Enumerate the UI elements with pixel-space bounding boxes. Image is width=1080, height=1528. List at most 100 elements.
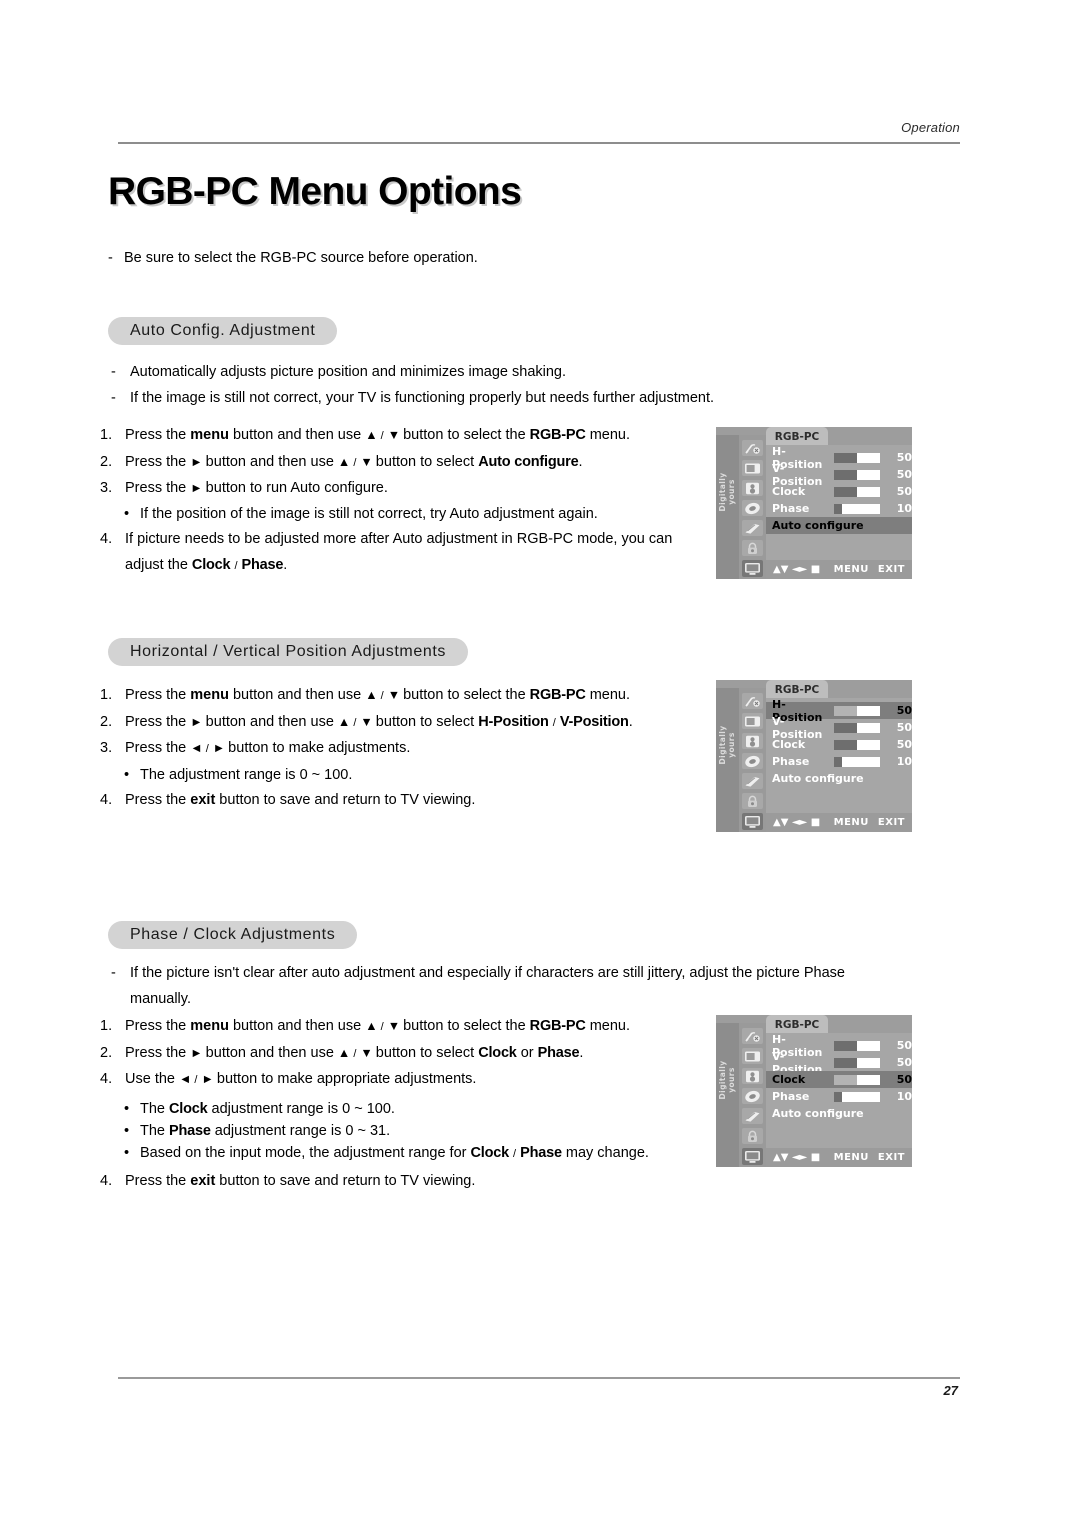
- picture-icon[interactable]: [742, 1048, 763, 1064]
- audio-icon[interactable]: [742, 480, 763, 496]
- osd-row-value: 10: [896, 1090, 913, 1103]
- step-number: 4.: [100, 792, 113, 808]
- intro-text: Be sure to select the RGB-PC source befo…: [124, 250, 478, 266]
- antenna-off-icon[interactable]: [742, 440, 763, 456]
- special-icon[interactable]: [742, 773, 763, 789]
- time-icon[interactable]: [742, 753, 763, 769]
- screen-icon[interactable]: [742, 813, 763, 830]
- note-dash: -: [111, 965, 116, 981]
- osd-h-position: Digitally yours RGB-PC H-Position 50 V-P…: [716, 680, 912, 832]
- step-text: The Clock adjustment range is 0 ~ 100.: [140, 1100, 395, 1117]
- osd-row-phase[interactable]: Phase 10: [766, 753, 912, 770]
- osd-row-auto-configure[interactable]: Auto configure: [766, 770, 912, 787]
- manual-page: Operation RGB-PC Menu Options - Be sure t…: [0, 0, 1080, 1528]
- lock-icon[interactable]: [742, 1128, 763, 1144]
- note-dash: -: [111, 389, 116, 406]
- osd-row-bar[interactable]: [834, 722, 881, 733]
- osd-row-bar[interactable]: [834, 756, 881, 767]
- osd-row-label: Clock: [772, 738, 806, 751]
- antenna-off-icon[interactable]: [742, 693, 763, 709]
- osd-exit-button[interactable]: EXIT: [878, 817, 905, 828]
- osd-exit-button[interactable]: EXIT: [878, 564, 905, 575]
- osd-brand-label: Digitally yours: [718, 472, 736, 512]
- osd-brand-label: Digitally yours: [718, 1060, 736, 1100]
- time-icon[interactable]: [742, 500, 763, 516]
- step-text: Press the menu button and then use ▲ / ▼…: [125, 1018, 631, 1034]
- screen-icon[interactable]: [742, 560, 763, 577]
- antenna-off-icon[interactable]: [742, 1028, 763, 1044]
- intro-dash: -: [108, 250, 113, 266]
- step-bullet-item: • Based on the input mode, the adjustmen…: [100, 1142, 720, 1165]
- osd-row-bar[interactable]: [834, 1074, 881, 1085]
- step-number: 2.: [100, 453, 113, 470]
- osd-clock: Digitally yours RGB-PC H-Position 50 V-P…: [716, 1015, 912, 1167]
- osd-brand-rail: Digitally yours: [716, 688, 739, 832]
- osd-row-bar[interactable]: [834, 452, 881, 463]
- picture-icon[interactable]: [742, 713, 763, 729]
- osd-panel: H-Position 50 V-Position 50 Clock 50 Pha…: [766, 445, 912, 579]
- picture-icon[interactable]: [742, 460, 763, 476]
- osd-icon-rail: [739, 435, 766, 579]
- osd-menu-button[interactable]: MENU: [834, 564, 869, 575]
- osd-icon-rail: [739, 1023, 766, 1167]
- osd-row-bar[interactable]: [834, 1057, 881, 1068]
- osd-menu-button[interactable]: MENU: [834, 817, 869, 828]
- osd-row-bar[interactable]: [834, 739, 881, 750]
- step-item: 1. Press the menu button and then use ▲ …: [100, 1014, 720, 1041]
- lock-icon[interactable]: [742, 540, 763, 556]
- step-bullet-item: • The Clock adjustment range is 0 ~ 100.: [100, 1098, 720, 1120]
- section-phase-clock-notes: - If the picture isn't clear after auto a…: [108, 961, 868, 1012]
- osd-row-value: 10: [896, 502, 913, 515]
- screen-icon[interactable]: [742, 1148, 763, 1165]
- step-item: 2. Press the ► button and then use ▲ / ▼…: [100, 710, 720, 737]
- step-number: 2.: [100, 713, 113, 730]
- osd-row-bar[interactable]: [834, 1040, 881, 1051]
- note-text: Automatically adjusts picture position a…: [130, 364, 567, 380]
- lock-icon[interactable]: [742, 793, 763, 809]
- osd-icon-rail: [739, 688, 766, 832]
- audio-icon[interactable]: [742, 1068, 763, 1084]
- step-text: Press the exit button to save and return…: [125, 1172, 476, 1189]
- note-dash: -: [111, 364, 116, 380]
- osd-row-value: 50: [896, 485, 913, 498]
- step-text: Press the ► button and then use ▲ / ▼ bu…: [125, 713, 633, 730]
- osd-row-phase[interactable]: Phase 10: [766, 1088, 912, 1105]
- osd-row-bar[interactable]: [834, 486, 881, 497]
- osd-row-auto-configure[interactable]: Auto configure: [766, 517, 912, 534]
- intro-note: - Be sure to select the RGB-PC source bef…: [108, 248, 808, 268]
- bullet-mark: •: [124, 766, 130, 783]
- special-icon[interactable]: [742, 1108, 763, 1124]
- time-icon[interactable]: [742, 1088, 763, 1104]
- osd-nav-actions: MENU EXIT: [825, 1152, 912, 1163]
- osd-row-clock[interactable]: Clock 50: [766, 736, 912, 753]
- osd-menu-button[interactable]: MENU: [834, 1152, 869, 1163]
- running-head: Operation: [901, 120, 960, 135]
- osd-exit-button[interactable]: EXIT: [878, 1152, 905, 1163]
- step-number: 2.: [100, 1044, 113, 1061]
- audio-icon[interactable]: [742, 733, 763, 749]
- bullet-mark: •: [124, 1122, 130, 1139]
- osd-panel: H-Position 50 V-Position 50 Clock 50 Pha…: [766, 698, 912, 832]
- osd-row-bar[interactable]: [834, 469, 881, 480]
- special-icon[interactable]: [742, 520, 763, 536]
- step-text: Based on the input mode, the adjustment …: [140, 1144, 649, 1161]
- osd-row-bar[interactable]: [834, 503, 881, 514]
- step-item: 1. Press the menu button and then use ▲ …: [100, 683, 720, 710]
- osd-row-auto-configure[interactable]: Auto configure: [766, 1105, 912, 1122]
- osd-row-v-position[interactable]: V-Position 50: [766, 715, 912, 741]
- osd-row-label: Phase: [772, 755, 810, 768]
- step-text: Press the menu button and then use ▲ / ▼…: [125, 427, 631, 443]
- osd-row-clock[interactable]: Clock 50: [766, 1071, 912, 1088]
- osd-row-v-position[interactable]: V-Position 50: [766, 1050, 912, 1076]
- osd-row-phase[interactable]: Phase 10: [766, 500, 912, 517]
- step-item: 4. Use the ◄ / ► button to make appropri…: [100, 1067, 720, 1094]
- section-auto-config-notes: - Automatically adjusts picture position …: [108, 360, 798, 411]
- osd-brand-rail: Digitally yours: [716, 1023, 739, 1167]
- osd-row-clock[interactable]: Clock 50: [766, 483, 912, 500]
- step-text: Press the ► button and then use ▲ / ▼ bu…: [125, 453, 583, 470]
- osd-row-bar[interactable]: [834, 1091, 881, 1102]
- osd-navbar: ▲▼ ◄► ■ MENU EXIT: [766, 1148, 912, 1167]
- step-item: 4. If picture needs to be adjusted more …: [100, 527, 720, 579]
- osd-row-bar[interactable]: [834, 705, 881, 716]
- osd-row-v-position[interactable]: V-Position 50: [766, 462, 912, 488]
